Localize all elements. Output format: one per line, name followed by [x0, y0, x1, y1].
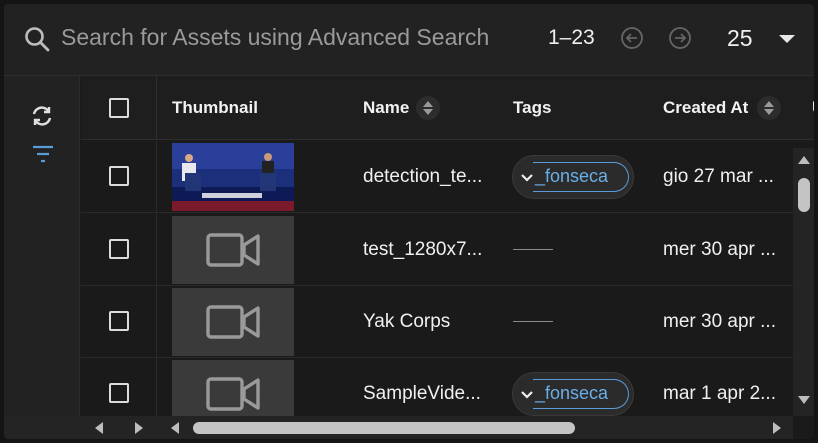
previous-page-icon[interactable] — [620, 26, 644, 50]
empty-tags-placeholder — [513, 321, 553, 322]
scroll-left-icon[interactable] — [95, 422, 103, 434]
scroll-down-icon[interactable] — [798, 396, 810, 404]
created-at: mer 30 apr ... — [663, 239, 776, 260]
search-toolbar: Search for Assets using Advanced Search … — [4, 4, 814, 76]
row-checkbox[interactable] — [109, 166, 129, 186]
table-row[interactable]: SampleVide... _fonseca mar 1 apr 2... — [81, 358, 814, 416]
row-select-cell — [81, 214, 157, 286]
vertical-scrollbar[interactable] — [793, 148, 814, 416]
asset-name[interactable]: test_1280x7... — [363, 214, 482, 286]
select-all-checkbox[interactable] — [109, 98, 129, 118]
tag-chip[interactable]: _fonseca — [533, 379, 629, 409]
table-row[interactable]: detection_te... _fonseca gio 27 mar ... — [81, 141, 814, 213]
video-thumbnail[interactable] — [172, 288, 294, 356]
asset-name[interactable]: detection_te... — [363, 141, 482, 213]
next-page-icon[interactable] — [668, 26, 692, 50]
assets-table: Thumbnail Name Tags Created At U — [81, 76, 814, 416]
vertical-scroll-thumb[interactable] — [798, 178, 810, 212]
tag-group[interactable]: _fonseca — [512, 155, 634, 199]
caret-down-icon[interactable] — [779, 35, 795, 43]
created-at: mar 1 apr 2... — [663, 383, 776, 404]
created-at: mer 30 apr ... — [663, 311, 776, 332]
scroll-up-icon[interactable] — [798, 156, 810, 164]
empty-tags-placeholder — [513, 249, 553, 250]
select-all-cell — [81, 76, 157, 140]
scroll-right-icon[interactable] — [773, 422, 781, 434]
horizontal-scrollbar[interactable] — [81, 416, 793, 439]
row-select-cell — [81, 358, 157, 416]
search-input[interactable]: Search for Assets using Advanced Search — [61, 24, 489, 51]
column-header-name[interactable]: Name — [363, 76, 409, 140]
video-thumbnail[interactable] — [172, 360, 294, 416]
video-camera-icon — [206, 233, 260, 267]
table-row[interactable]: test_1280x7... mer 30 apr ... — [81, 214, 814, 286]
scroll-left-icon[interactable] — [171, 422, 179, 434]
created-at: gio 27 mar ... — [663, 166, 774, 187]
filter-icon[interactable] — [32, 144, 54, 164]
column-header-partial: U — [812, 76, 814, 140]
row-select-cell — [81, 141, 157, 213]
refresh-icon[interactable] — [30, 104, 54, 128]
sort-icon[interactable] — [416, 96, 440, 120]
scroll-right-icon[interactable] — [135, 422, 143, 434]
row-checkbox[interactable] — [109, 383, 129, 403]
rail-bottom — [4, 416, 81, 439]
column-header-thumbnail: Thumbnail — [172, 98, 258, 117]
tag-chip[interactable]: _fonseca — [533, 162, 629, 192]
sort-icon[interactable] — [757, 96, 781, 120]
page-size-select[interactable]: 25 — [727, 25, 753, 52]
tag-group[interactable]: _fonseca — [512, 372, 634, 416]
video-camera-icon — [206, 305, 260, 339]
row-select-cell — [81, 286, 157, 358]
column-header-tags: Tags — [513, 98, 552, 117]
table-header: Thumbnail Name Tags Created At U — [81, 76, 814, 140]
table-row[interactable]: Yak Corps mer 30 apr ... — [81, 286, 814, 358]
asset-name[interactable]: Yak Corps — [363, 286, 450, 358]
column-header-created-at[interactable]: Created At — [663, 76, 748, 140]
pagination-range: 1–23 — [548, 26, 595, 49]
asset-name[interactable]: SampleVide... — [363, 358, 481, 416]
row-checkbox[interactable] — [109, 311, 129, 331]
video-thumbnail[interactable] — [172, 216, 294, 284]
horizontal-scroll-thumb[interactable] — [193, 422, 575, 434]
asset-browser: Search for Assets using Advanced Search … — [4, 4, 814, 439]
debate-stage-image — [172, 143, 294, 211]
video-camera-icon — [206, 377, 260, 411]
left-rail — [4, 76, 80, 439]
row-checkbox[interactable] — [109, 239, 129, 259]
video-thumbnail[interactable] — [172, 143, 294, 211]
search-icon[interactable] — [24, 26, 50, 52]
